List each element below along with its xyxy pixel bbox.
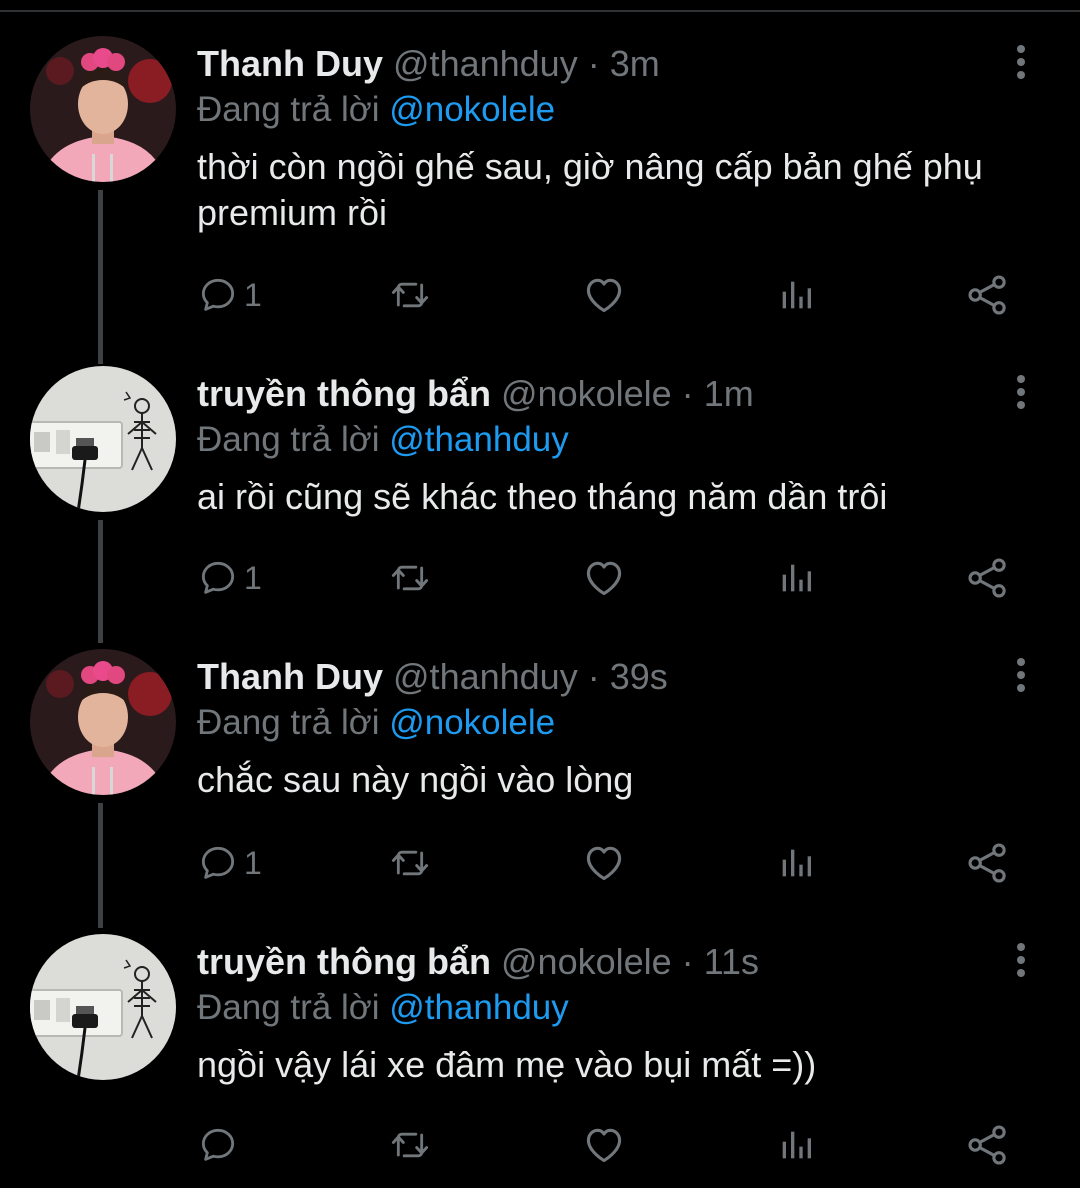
views-icon [774, 558, 818, 598]
views-button[interactable] [774, 1120, 818, 1170]
timestamp[interactable]: 3m [610, 43, 660, 84]
reply-mention-link[interactable]: @nokolele [389, 90, 555, 129]
tweet-text: ngồi vậy lái xe đâm mẹ vào bụi mất =)) [197, 1044, 817, 1085]
views-button[interactable] [774, 270, 818, 320]
reply-count: 1 [244, 845, 262, 881]
reply-icon [198, 275, 238, 315]
replying-to-label: Đang trả lời [197, 988, 380, 1027]
user-handle[interactable]: @nokolele [501, 373, 672, 414]
heart-icon [582, 1123, 626, 1167]
reply-count: 1 [244, 277, 262, 313]
like-button[interactable] [582, 553, 626, 603]
reply-count: 1 [244, 560, 262, 596]
tweet-text: ai rồi cũng sẽ khác theo tháng năm dần t… [197, 476, 888, 517]
more-vertical-icon[interactable] [1004, 655, 1038, 695]
user-handle[interactable]: @thanhduy [393, 43, 578, 84]
tweet-header: Thanh Duy @thanhduy · 3m [197, 42, 660, 86]
top-divider [0, 10, 1080, 12]
more-vertical-icon[interactable] [1004, 42, 1038, 82]
retweet-icon [386, 275, 434, 315]
tweet-header: truyền thông bẩn @nokolele · 1m [197, 372, 754, 416]
retweet-button[interactable] [386, 553, 434, 603]
display-name[interactable]: truyền thông bẩn [197, 941, 491, 982]
separator-dot: · [681, 373, 694, 414]
replying-to: Đang trả lời @thanhduy [197, 418, 569, 462]
replying-to: Đang trả lời @thanhduy [197, 986, 569, 1030]
tweet-text: thời còn ngồi ghế sau, giờ nâng cấp bản … [197, 146, 983, 233]
wall-outlet-skeleton-avatar [30, 934, 176, 1080]
avatar[interactable] [30, 366, 176, 512]
views-button[interactable] [774, 838, 818, 888]
thread-screen: Thanh Duy @thanhduy · 3m Đang trả lời @n… [0, 0, 1080, 1188]
tweet-actions: 1 [0, 270, 1080, 320]
tweet-header: truyền thông bẩn @nokolele · 11s [197, 940, 759, 984]
avatar[interactable] [30, 934, 176, 1080]
tweet-actions: 1 [0, 553, 1080, 603]
display-name[interactable]: Thanh Duy [197, 656, 383, 697]
reply-button[interactable] [198, 1120, 244, 1170]
heart-icon [582, 841, 626, 885]
reply-icon [198, 1125, 238, 1165]
share-button[interactable] [966, 270, 1010, 320]
share-button[interactable] [966, 553, 1010, 603]
user-handle[interactable]: @nokolele [501, 941, 672, 982]
timestamp[interactable]: 39s [610, 656, 668, 697]
reply-icon [198, 843, 238, 883]
like-button[interactable] [582, 838, 626, 888]
avatar[interactable] [30, 649, 176, 795]
share-icon [966, 841, 1010, 885]
avatar[interactable] [30, 36, 176, 182]
timestamp[interactable]: 1m [704, 373, 754, 414]
replying-to-label: Đang trả lời [197, 90, 380, 129]
replying-to-label: Đang trả lời [197, 703, 380, 742]
retweet-button[interactable] [386, 270, 434, 320]
like-button[interactable] [582, 270, 626, 320]
timestamp[interactable]: 11s [704, 941, 759, 982]
tweet-header: Thanh Duy @thanhduy · 39s [197, 655, 668, 699]
share-icon [966, 273, 1010, 317]
more-vertical-icon[interactable] [1004, 940, 1038, 980]
share-icon [966, 556, 1010, 600]
like-button[interactable] [582, 1120, 626, 1170]
separator-dot: · [587, 43, 600, 84]
display-name[interactable]: Thanh Duy [197, 43, 383, 84]
user-handle[interactable]: @thanhduy [393, 656, 578, 697]
replying-to: Đang trả lời @nokolele [197, 88, 555, 132]
wall-outlet-skeleton-avatar [30, 366, 176, 512]
reply-icon [198, 558, 238, 598]
tweet-text: chắc sau này ngồi vào lòng [197, 759, 634, 800]
retweet-button[interactable] [386, 838, 434, 888]
retweet-icon [386, 558, 434, 598]
share-button[interactable] [966, 838, 1010, 888]
replying-to: Đang trả lời @nokolele [197, 701, 555, 745]
reply-mention-link[interactable]: @thanhduy [389, 988, 569, 1027]
heart-icon [582, 273, 626, 317]
heart-icon [582, 556, 626, 600]
replying-to-label: Đang trả lời [197, 420, 380, 459]
separator-dot: · [587, 656, 600, 697]
display-name[interactable]: truyền thông bẩn [197, 373, 491, 414]
tweet-actions [0, 1120, 1080, 1170]
retweet-icon [386, 1125, 434, 1165]
share-icon [966, 1123, 1010, 1167]
views-icon [774, 1125, 818, 1165]
retweet-icon [386, 843, 434, 883]
views-icon [774, 275, 818, 315]
tweet-actions: 1 [0, 838, 1080, 888]
views-button[interactable] [774, 553, 818, 603]
reply-button[interactable]: 1 [198, 553, 262, 603]
reply-mention-link[interactable]: @nokolele [389, 703, 555, 742]
reply-mention-link[interactable]: @thanhduy [389, 420, 569, 459]
person-pink-hoodie-avatar [30, 36, 176, 182]
more-vertical-icon[interactable] [1004, 372, 1038, 412]
share-button[interactable] [966, 1120, 1010, 1170]
separator-dot: · [681, 941, 694, 982]
reply-button[interactable]: 1 [198, 838, 262, 888]
retweet-button[interactable] [386, 1120, 434, 1170]
views-icon [774, 843, 818, 883]
reply-button[interactable]: 1 [198, 270, 262, 320]
person-pink-hoodie-avatar [30, 649, 176, 795]
